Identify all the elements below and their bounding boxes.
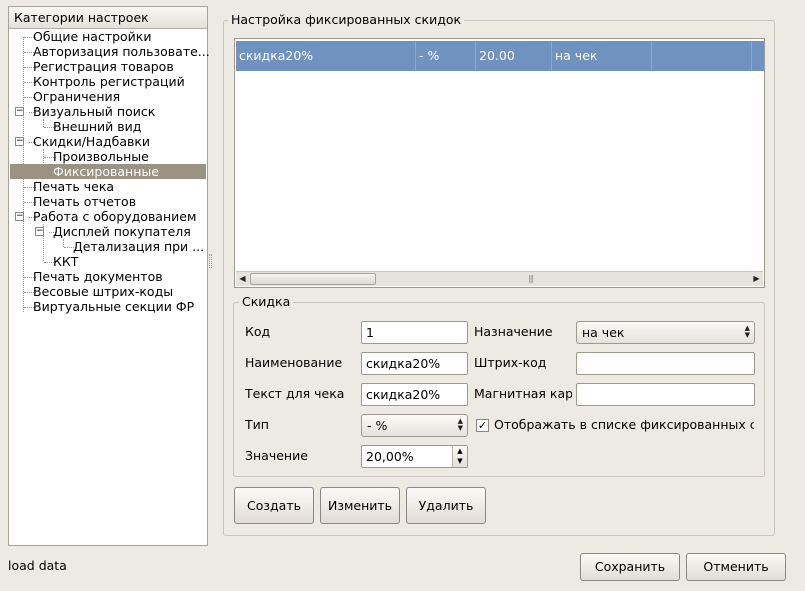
save-button[interactable]: Сохранить [580, 553, 680, 581]
tree-item-authorization[interactable]: Авторизация пользовате... [33, 44, 210, 59]
status-text: load data [8, 558, 67, 573]
tree-item-fixed[interactable]: Фиксированные [10, 164, 206, 179]
scroll-right-icon[interactable]: ▶ [750, 272, 763, 286]
tree-item-weight-barcodes[interactable]: Весовые штрих-коды [33, 284, 173, 299]
value-label: Значение [245, 448, 308, 463]
table-cell-type: - % [416, 41, 476, 71]
fixed-discounts-group-title: Настройка фиксированных скидок [228, 12, 465, 27]
table-cell-purpose: на чек [552, 41, 652, 71]
scrollbar-thumb[interactable] [250, 273, 376, 285]
name-input[interactable]: скидка20% [361, 352, 468, 375]
tree-item-receipt-print[interactable]: Печать чека [33, 179, 114, 194]
receipt-text-input[interactable]: скидка20% [361, 383, 468, 406]
cancel-button[interactable]: Отменить [686, 553, 786, 581]
discounts-table[interactable]: скидка20% - % 20.00 на чек ◀ ||| ▶ [234, 38, 765, 288]
code-label: Код [245, 324, 271, 339]
table-cell-value: 20.00 [476, 41, 552, 71]
magnetic-card-input[interactable] [576, 383, 755, 406]
tree-item-visual-search[interactable]: Визуальный поиск [33, 104, 155, 119]
value-spinbox-text: 20,00% [366, 449, 414, 464]
tree-item-arbitrary[interactable]: Произвольные [53, 149, 149, 164]
tree-item-general[interactable]: Общие настройки [33, 29, 151, 44]
tree-line [43, 119, 44, 127]
table-row[interactable]: скидка20% - % 20.00 на чек [236, 41, 764, 71]
tree-item-customer-display[interactable]: Дисплей покупателя [53, 224, 191, 239]
create-button[interactable]: Создать [234, 487, 314, 524]
tree-item-registration-control[interactable]: Контроль регистраций [33, 74, 185, 89]
collapse-icon[interactable]: − [15, 137, 24, 146]
discount-group-title: Скидка [239, 294, 294, 309]
collapse-icon[interactable]: − [15, 107, 24, 116]
delete-button[interactable]: Удалить [406, 487, 486, 524]
barcode-label: Штрих-код [474, 355, 547, 370]
scroll-grip-icon: ||| [528, 274, 534, 283]
name-label: Наименование [245, 355, 343, 370]
up-down-arrows-icon: ▲ ▼ [744, 324, 750, 339]
type-label: Тип [245, 417, 269, 432]
tree-item-document-print[interactable]: Печать документов [33, 269, 163, 284]
edit-button[interactable]: Изменить [320, 487, 400, 524]
tree-item-discounts[interactable]: Скидки/Надбавки [33, 134, 150, 149]
tree-item-equipment[interactable]: Работа с оборудованием [33, 209, 196, 224]
tree-item-restrictions[interactable]: Ограничения [33, 89, 120, 104]
up-down-arrows-icon: ▲ ▼ [457, 417, 463, 432]
spin-arrows-icon[interactable]: ▲ ▼ [452, 446, 467, 467]
magnetic-card-label: Магнитная кар [474, 386, 572, 401]
barcode-input[interactable] [576, 352, 755, 375]
purpose-combobox-value: на чек [582, 325, 625, 340]
tree-item-goods-registration[interactable]: Регистрация товаров [33, 59, 174, 74]
scroll-left-icon[interactable]: ◀ [236, 272, 249, 286]
tree-item-report-print[interactable]: Печать отчетов [33, 194, 136, 209]
purpose-combobox[interactable]: на чек ▲ ▼ [576, 321, 755, 344]
tree-item-appearance[interactable]: Внешний вид [53, 119, 141, 134]
collapse-icon[interactable]: − [35, 227, 44, 236]
table-cell-extra [652, 41, 752, 71]
collapse-icon[interactable]: − [15, 212, 24, 221]
tree-item-detailing[interactable]: Детализация при ... [73, 239, 204, 254]
settings-category-tree[interactable]: Категории настроек − − − − Общие настрой… [8, 6, 210, 546]
tree-item-kkt[interactable]: ККТ [53, 254, 78, 269]
show-in-list-checkbox[interactable]: ✓ [476, 419, 489, 432]
show-in-list-label: Отображать в списке фиксированных ск [494, 417, 754, 432]
type-combobox[interactable]: - % ▲ ▼ [361, 414, 468, 437]
horizontal-scrollbar[interactable]: ◀ ||| ▶ [236, 271, 763, 286]
splitter-handle[interactable] [209, 254, 212, 268]
type-combobox-value: - % [367, 418, 388, 433]
purpose-label: Назначение [474, 324, 553, 339]
tree-line [63, 239, 64, 247]
value-spinbox[interactable]: 20,00% ▲ ▼ [361, 445, 468, 468]
tree-item-virtual-sections[interactable]: Виртуальные секции ФР [33, 299, 194, 314]
tree-header: Категории настроек [9, 7, 207, 29]
table-cell-name: скидка20% [236, 41, 416, 71]
receipt-text-label: Текст для чека [245, 386, 345, 401]
code-input[interactable]: 1 [361, 321, 468, 344]
